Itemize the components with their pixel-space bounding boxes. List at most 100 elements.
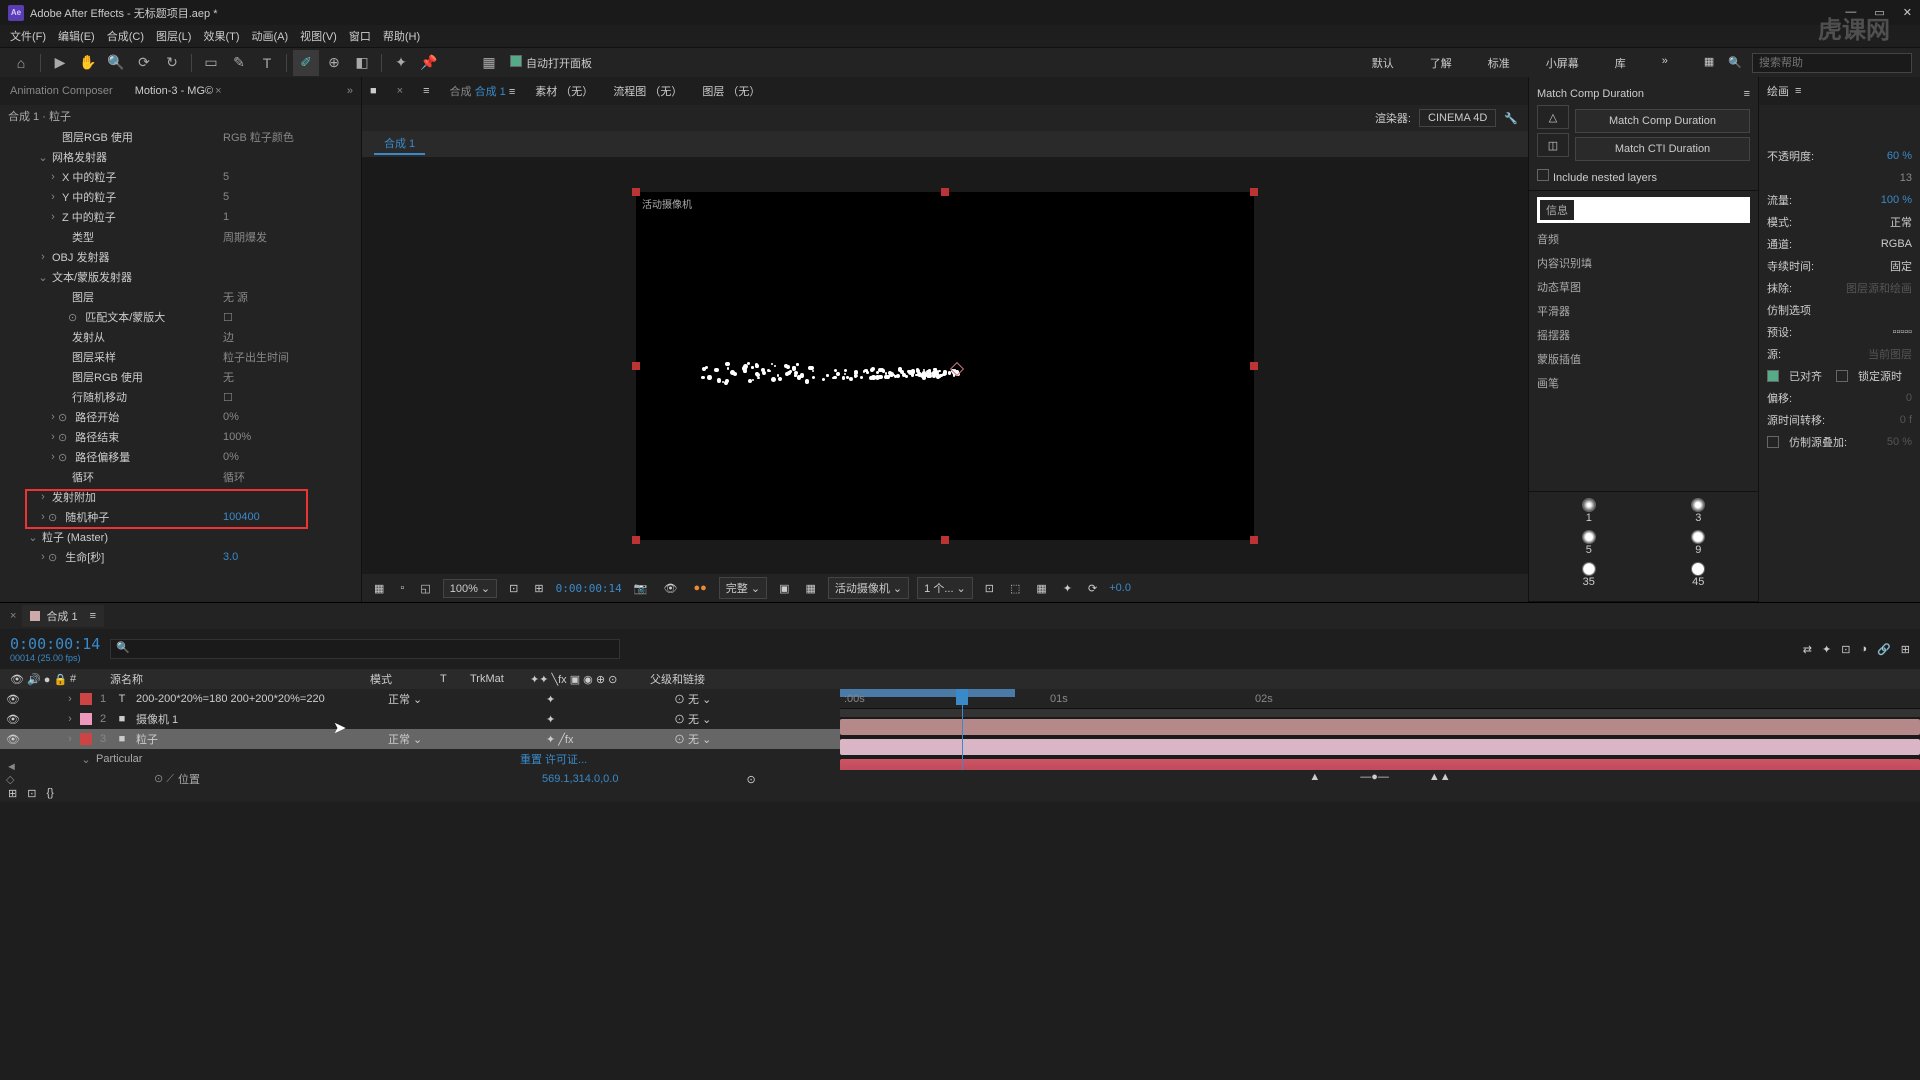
menu-effect[interactable]: 效果(T) bbox=[199, 26, 243, 46]
toggle-switches-icon[interactable]: ⊞ bbox=[8, 787, 17, 800]
right-panel-item[interactable]: 平滑器 bbox=[1537, 303, 1750, 319]
eraser-tool[interactable]: ◧ bbox=[349, 50, 375, 76]
right-panel-item[interactable]: 音频 bbox=[1537, 231, 1750, 247]
ec-property-row[interactable]: 发射从边 bbox=[0, 327, 361, 347]
match-icon-2[interactable]: ◫ bbox=[1537, 133, 1569, 157]
ec-property-row[interactable]: 图层RGB 使用RGB 粒子颜色 bbox=[0, 127, 361, 147]
menu-animation[interactable]: 动画(A) bbox=[248, 26, 293, 46]
shape-tool[interactable]: ▭ bbox=[198, 50, 224, 76]
tl-icon-2[interactable]: ✦ bbox=[1822, 643, 1831, 656]
vf-share-icon[interactable]: ⊡ bbox=[981, 582, 998, 595]
color-mgmt-icon[interactable]: ●● bbox=[689, 582, 710, 594]
home-button[interactable]: ⌂ bbox=[8, 50, 34, 76]
opacity-value[interactable]: 60 % bbox=[1887, 150, 1912, 162]
ec-property-row[interactable]: ⌄粒子 (Master) bbox=[0, 527, 361, 547]
vf-grid-icon[interactable]: ▦ bbox=[370, 582, 388, 595]
tab-comp-label[interactable]: 合成 合成 1 ≡ bbox=[450, 83, 516, 99]
menu-window[interactable]: 窗口 bbox=[345, 26, 375, 46]
tl-icon-4[interactable]: ◑ bbox=[1860, 643, 1867, 656]
views-dropdown[interactable]: 1 个... ⌄ bbox=[917, 577, 973, 599]
timeline-track-area[interactable]: :00s 01s 02s ▲ —●— ▲▲ bbox=[840, 689, 1920, 784]
vf-3d-icon[interactable]: ⬚ bbox=[1006, 582, 1024, 595]
panel-icon[interactable]: ▦ bbox=[476, 50, 502, 76]
ec-property-row[interactable]: ›Y 中的粒子5 bbox=[0, 187, 361, 207]
paint-title[interactable]: 绘画 bbox=[1767, 83, 1789, 99]
ec-property-row[interactable]: 图层RGB 使用无 bbox=[0, 367, 361, 387]
resolution-dropdown[interactable]: 完整 ⌄ bbox=[719, 577, 767, 599]
ec-property-row[interactable]: ⌄网格发射器 bbox=[0, 147, 361, 167]
renderer-settings-icon[interactable]: 🔧 bbox=[1504, 112, 1518, 125]
tl-zoom-out-icon[interactable]: ▲ bbox=[1309, 771, 1320, 783]
ec-property-row[interactable]: ›发射附加 bbox=[0, 487, 361, 507]
layer-bar-1[interactable] bbox=[840, 719, 1920, 735]
pen-tool[interactable]: ✎ bbox=[226, 50, 252, 76]
tab-layer[interactable]: 图层 （无） bbox=[702, 83, 760, 99]
tab-effect-controls[interactable]: ≡ bbox=[423, 85, 429, 97]
tab-animation-composer[interactable]: Animation Composer bbox=[8, 81, 115, 101]
lock-checkbox[interactable] bbox=[1836, 370, 1848, 382]
overlay-checkbox[interactable] bbox=[1767, 436, 1779, 448]
close-button[interactable]: ✕ bbox=[1903, 6, 1912, 19]
selection-tool[interactable]: ▶ bbox=[47, 50, 73, 76]
tl-icon-5[interactable]: 🔗 bbox=[1877, 643, 1891, 656]
workspace-standard[interactable]: 标准 bbox=[1482, 51, 1516, 75]
vf-mask-icon[interactable]: ⊡ bbox=[505, 582, 522, 595]
tl-icon-3[interactable]: ⊡ bbox=[1841, 643, 1850, 656]
toggle-modes-icon[interactable]: ⊡ bbox=[27, 787, 36, 800]
timeline-layer-row[interactable]: 👁›2■摄像机 1✦⊙ 无 ⌄ bbox=[0, 709, 840, 729]
transparency-icon[interactable]: ▦ bbox=[801, 582, 819, 595]
layer-bar-2[interactable] bbox=[840, 739, 1920, 755]
zoom-tool[interactable]: 🔍 bbox=[103, 50, 129, 76]
timeline-layer-row[interactable]: 👁›3■粒子正常 ⌄✦ ╱fx⊙ 无 ⌄ bbox=[0, 729, 840, 749]
menu-help[interactable]: 帮助(H) bbox=[379, 26, 424, 46]
workspace-learn[interactable]: 了解 bbox=[1424, 51, 1458, 75]
timeline-layer-list[interactable]: 👁›1T200-200*20%=180 200+200*20%=220正常 ⌄✦… bbox=[0, 689, 840, 784]
right-panel-item[interactable]: 动态草图 bbox=[1537, 279, 1750, 295]
right-panel-item[interactable]: 摇摆器 bbox=[1537, 327, 1750, 343]
comp-tab-active[interactable]: 合成 1 bbox=[374, 133, 425, 155]
brush-tool[interactable]: ✐ bbox=[293, 50, 319, 76]
timeline-effect-row[interactable]: ⌄Particular重置 许可证... bbox=[0, 749, 840, 769]
ec-property-row[interactable]: 循环循环 bbox=[0, 467, 361, 487]
ec-property-row[interactable]: ›⊙随机种子100400 bbox=[0, 507, 361, 527]
auto-open-checkbox[interactable] bbox=[510, 55, 522, 67]
vf-res-icon[interactable]: ◱ bbox=[416, 582, 434, 595]
ec-property-row[interactable]: 类型周期爆发 bbox=[0, 227, 361, 247]
panel-more-icon[interactable]: » bbox=[347, 85, 353, 97]
rotate-tool[interactable]: ↻ bbox=[159, 50, 185, 76]
menu-composition[interactable]: 合成(C) bbox=[103, 26, 148, 46]
workspace-library[interactable]: 库 bbox=[1609, 51, 1632, 75]
vf-refresh-icon[interactable]: ⟳ bbox=[1084, 582, 1101, 595]
composition-viewer[interactable]: 活动摄像机 bbox=[362, 157, 1528, 574]
viewer-timecode[interactable]: 0:00:00:14 bbox=[556, 582, 622, 595]
duration-dropdown[interactable]: 固定 bbox=[1890, 258, 1912, 274]
ec-property-row[interactable]: ›⊙路径偏移量0% bbox=[0, 447, 361, 467]
timeline-search[interactable] bbox=[110, 639, 620, 659]
ec-property-row[interactable]: 行随机移动☐ bbox=[0, 387, 361, 407]
match-comp-title[interactable]: Match Comp Duration bbox=[1537, 88, 1644, 100]
channel-dropdown[interactable]: RGBA bbox=[1881, 238, 1912, 250]
hand-tool[interactable]: ✋ bbox=[75, 50, 101, 76]
menu-file[interactable]: 文件(F) bbox=[6, 26, 50, 46]
ec-property-row[interactable]: ›⊙路径开始0% bbox=[0, 407, 361, 427]
nested-checkbox[interactable] bbox=[1537, 169, 1549, 181]
workspace-grid-icon[interactable]: ▦ bbox=[1698, 51, 1720, 75]
roi-icon[interactable]: ▣ bbox=[775, 582, 793, 595]
timeline-property-row[interactable]: ◄ ◇ ►⊙ ⟋ 位置569.1,314.0,0.0⊙ bbox=[0, 769, 840, 784]
right-panel-item[interactable]: 画笔 bbox=[1537, 375, 1750, 391]
match-icon-1[interactable]: △ bbox=[1537, 105, 1569, 129]
renderer-dropdown[interactable]: CINEMA 4D bbox=[1419, 109, 1496, 127]
tl-icon-6[interactable]: ⊞ bbox=[1901, 643, 1910, 656]
right-panel-item[interactable]: 蒙版插值 bbox=[1537, 351, 1750, 367]
align-checkbox[interactable] bbox=[1767, 370, 1779, 382]
tab-motion3[interactable]: Motion-3 - MG©× bbox=[133, 81, 228, 101]
vf-guide-icon[interactable]: ⊞ bbox=[530, 582, 547, 595]
timeline-layer-row[interactable]: 👁›1T200-200*20%=180 200+200*20%=220正常 ⌄✦… bbox=[0, 689, 840, 709]
search-input[interactable] bbox=[1752, 53, 1912, 73]
ec-property-row[interactable]: 图层无 源 bbox=[0, 287, 361, 307]
menu-view[interactable]: 视图(V) bbox=[296, 26, 341, 46]
timeline-timecode[interactable]: 0:00:00:14 bbox=[10, 635, 100, 653]
match-comp-button[interactable]: Match Comp Duration bbox=[1575, 109, 1750, 133]
roto-tool[interactable]: ✦ bbox=[388, 50, 414, 76]
maximize-button[interactable]: ▭ bbox=[1874, 6, 1884, 19]
